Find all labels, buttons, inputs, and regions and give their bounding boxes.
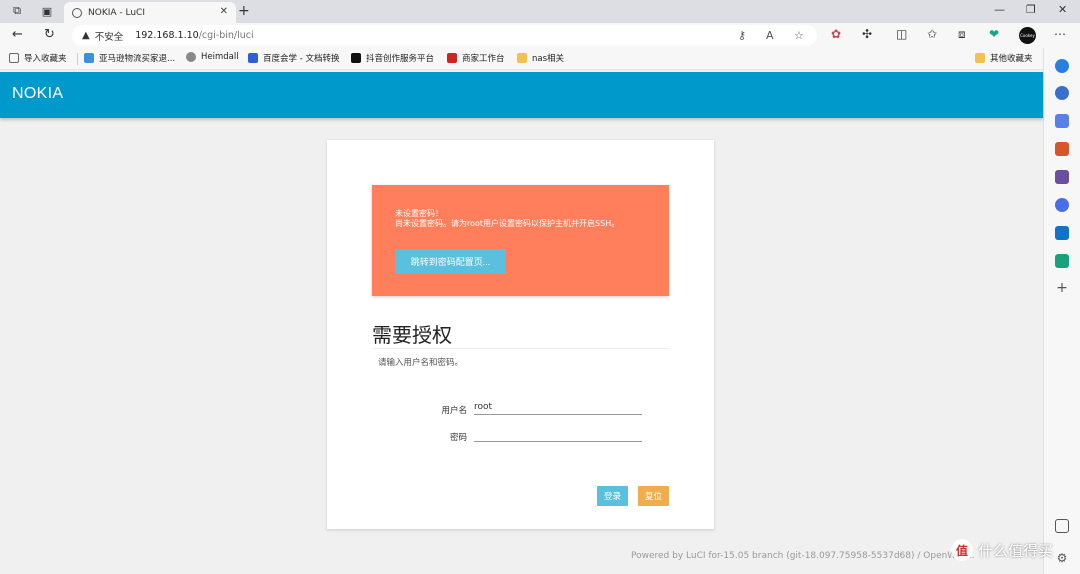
password-input[interactable] [474, 428, 642, 442]
bookmark-item[interactable]: 百度会学 - 文档转换 [248, 52, 339, 64]
import-icon [9, 53, 19, 63]
watermark-text: 什么值得买 [978, 541, 1054, 560]
login-button[interactable]: 登录 [597, 486, 628, 506]
favorites-icon[interactable]: ✩ [927, 27, 937, 41]
bookmark-favicon-icon [248, 53, 258, 63]
back-icon[interactable]: ← [12, 27, 23, 42]
bookmark-item[interactable]: Heimdall [186, 52, 239, 62]
extension-color-icon[interactable]: ✿ [831, 27, 841, 41]
tab-favicon-icon [72, 7, 82, 18]
outlook-icon[interactable] [1055, 226, 1069, 240]
watermark-logo-icon: 值 [951, 539, 973, 561]
window-close-icon[interactable]: ✕ [1058, 3, 1067, 16]
restore-icon[interactable]: ❐ [1026, 3, 1036, 16]
add-icon[interactable]: + [1055, 281, 1069, 295]
minimize-icon[interactable]: — [994, 3, 1005, 16]
tab-title: NOKIA - LuCI [88, 7, 145, 18]
watermark: 值 什么值得买 [951, 539, 1053, 561]
workspaces-icon[interactable]: ⧉ [8, 3, 26, 19]
games-icon[interactable] [1055, 170, 1069, 184]
username-input[interactable] [474, 401, 642, 415]
address-bar[interactable]: ▲ 不安全 192.168.1.10 /cgi-bin/luci ⚷ A ☆ [72, 25, 817, 46]
browser-tab[interactable]: NOKIA - LuCI ✕ [64, 2, 236, 23]
sidebar-settings-icon[interactable]: ⚙ [1055, 551, 1069, 565]
password-label: 密码 [449, 433, 467, 443]
shopping-tag-icon[interactable] [1055, 114, 1069, 128]
brand-logo[interactable]: NOKIA [12, 85, 63, 103]
tiktok-icon [351, 53, 361, 63]
collections-icon[interactable]: ⧈ [958, 27, 966, 42]
browser-essentials-icon[interactable]: ❤ [989, 27, 999, 41]
footer-powered-by: Powered by LuCI for-15.05 branch (git-18… [631, 551, 975, 561]
warning-icon: ▲ [82, 30, 90, 41]
browser-toolbar: ← ↻ ▲ 不安全 192.168.1.10 /cgi-bin/luci ⚷ A… [0, 23, 1080, 48]
username-label: 用户名 [441, 406, 467, 416]
drop-icon[interactable] [1055, 254, 1069, 268]
bookmark-item[interactable]: 亚马逊物流买家退... [84, 52, 175, 64]
bookmark-item[interactable]: nas相关 [517, 52, 564, 64]
luci-header: NOKIA [0, 72, 1043, 118]
read-aloud-icon[interactable]: A [766, 29, 774, 42]
key-icon[interactable]: ⚷ [738, 29, 746, 42]
folder-icon [517, 53, 527, 63]
bookmark-item[interactable]: 导入收藏夹 [9, 52, 67, 64]
microsoft365-icon[interactable] [1055, 198, 1069, 212]
browser-tab-bar: ⧉ ▣ NOKIA - LuCI ✕ + — ❐ ✕ [0, 0, 1080, 23]
tools-icon[interactable] [1055, 142, 1069, 156]
bookmark-item[interactable]: 商家工作台 [447, 52, 505, 64]
url-host: 192.168.1.10 [135, 30, 199, 41]
tab-actions-icon[interactable]: ▣ [38, 3, 56, 19]
bookmarks-bar: 导入收藏夹 亚马逊物流买家退... Heimdall 百度会学 - 文档转换 抖… [0, 48, 1080, 70]
other-bookmarks[interactable]: 其他收藏夹 [975, 52, 1033, 64]
reset-button[interactable]: 复位 [638, 486, 669, 506]
bookmark-favicon-icon [84, 53, 94, 63]
bookmark-separator [77, 53, 78, 65]
search-icon[interactable] [1055, 86, 1069, 100]
reload-icon[interactable]: ↻ [44, 27, 55, 42]
bookmark-favicon-icon [447, 53, 457, 63]
divider [372, 348, 669, 349]
settings-more-icon[interactable]: ⋯ [1054, 27, 1066, 41]
favorite-star-icon[interactable]: ☆ [794, 29, 804, 42]
login-card: 未设置密码！ 尚未设置密码。请为root用户设置密码以保护主机并开启SSH。 跳… [327, 140, 714, 529]
password-warning-alert: 未设置密码！ 尚未设置密码。请为root用户设置密码以保护主机并开启SSH。 跳… [372, 185, 669, 296]
goto-password-config-button[interactable]: 跳转到密码配置页... [395, 249, 506, 274]
extensions-icon[interactable]: ✣ [862, 27, 872, 41]
bookmark-item[interactable]: 抖音创作服务平台 [351, 52, 434, 64]
alert-message: 尚未设置密码。请为root用户设置密码以保护主机并开启SSH。 [395, 219, 620, 228]
bookmark-favicon-icon [186, 52, 196, 62]
tab-close-icon[interactable]: ✕ [220, 6, 228, 17]
new-tab-icon[interactable]: + [238, 3, 250, 19]
auth-title: 需要授权 [372, 325, 452, 347]
browser-sidebar: + ⚙ [1043, 48, 1080, 574]
screenshot-icon[interactable] [1055, 519, 1069, 533]
auth-description: 请输入用户名和密码。 [378, 358, 464, 368]
url-path: /cgi-bin/luci [198, 30, 254, 41]
notification-icon[interactable] [1055, 59, 1069, 73]
folder-icon [975, 53, 985, 63]
split-screen-icon[interactable]: ◫ [896, 27, 907, 41]
security-label: 不安全 [94, 31, 124, 43]
profile-avatar[interactable]: Cookey [1019, 27, 1036, 44]
